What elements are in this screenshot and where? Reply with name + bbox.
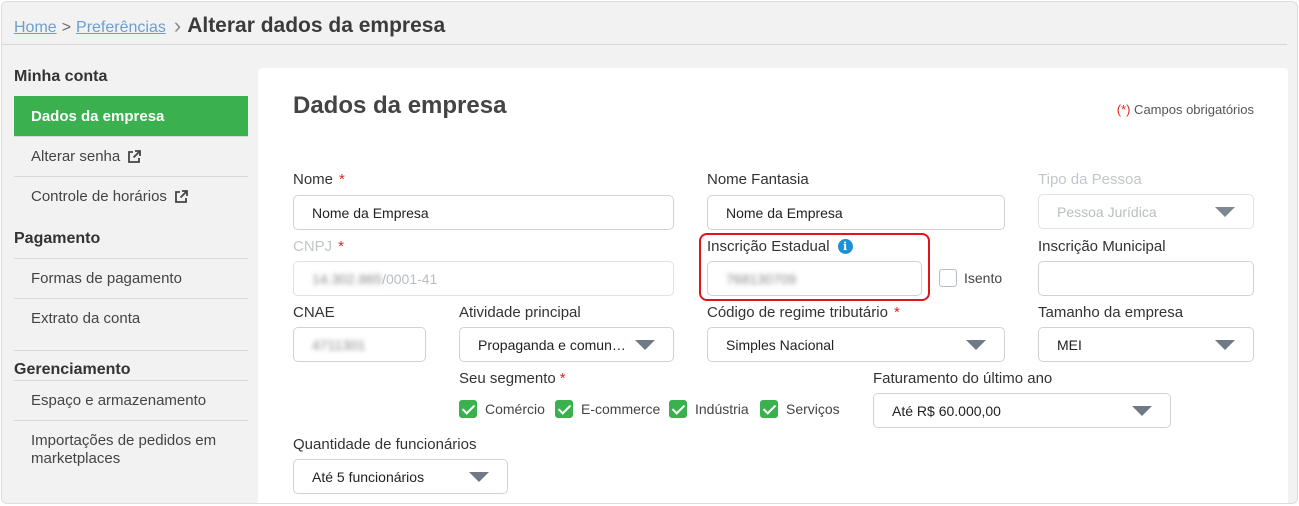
funcionarios-value: Até 5 funcionários (312, 468, 425, 485)
atividade-principal-value: Propaganda e comunicação (478, 336, 627, 353)
sidebar-item-alterar-senha[interactable]: Alterar senha (14, 136, 248, 176)
funcionarios-label: Quantidade de funcionários (293, 436, 477, 453)
cnpj-input: 14.302.865/0001-41 (293, 261, 674, 296)
required-star: * (559, 370, 566, 387)
sidebar-item-label: Formas de pagamento (31, 270, 182, 287)
sidebar-section-title: Pagamento (14, 230, 101, 247)
chevron-down-icon (469, 471, 489, 482)
chevron-down-icon (966, 339, 986, 350)
regime-tributario-label-text: Código de regime tributário (707, 304, 888, 321)
tipo-pessoa-select: Pessoa Jurídica (1038, 194, 1254, 229)
chevron-right-icon: › (173, 13, 182, 38)
required-note-text: Campos obrigatórios (1130, 102, 1254, 117)
nome-input[interactable]: Nome da Empresa (293, 195, 674, 230)
inscricao-municipal-label: Inscrição Municipal (1038, 238, 1166, 255)
chevron-down-icon (1215, 206, 1235, 217)
faturamento-label: Faturamento do último ano (873, 370, 1053, 387)
required-note: (*) Campos obrigatórios (1117, 102, 1254, 117)
required-star: (*) (1116, 102, 1131, 117)
sidebar-item-espaco-e-armazenamento[interactable]: Espaço e armazenamento (14, 380, 248, 420)
sidebar: Minha conta Dados da empresa Alterar sen… (14, 66, 248, 478)
atividade-principal-select[interactable]: Propaganda e comunicação (459, 327, 674, 362)
chevron-down-icon (635, 339, 655, 350)
breadcrumb: Home > Preferências › Alterar dados da e… (14, 12, 445, 38)
page-title: Alterar dados da empresa (187, 14, 446, 37)
faturamento-value: Até R$ 60.000,00 (892, 402, 1001, 419)
app-window: Home > Preferências › Alterar dados da e… (1, 1, 1298, 504)
regime-tributario-label: Código de regime tributário * (707, 304, 900, 321)
sidebar-item-label: Extrato da conta (31, 310, 141, 327)
inscricao-estadual-input[interactable]: 768130709 (707, 261, 922, 296)
nome-fantasia-input[interactable]: Nome da Empresa (707, 195, 1005, 230)
inscricao-estadual-value: 768130709 (726, 270, 797, 287)
segmento-label-text: Seu segmento (459, 370, 556, 387)
cnpj-label-text: CNPJ (293, 238, 333, 255)
cnpj-hidden-value: 14.302.865 (312, 270, 383, 287)
sidebar-item-dados-da-empresa[interactable]: Dados da empresa (14, 96, 248, 136)
regime-tributario-value: Simples Nacional (726, 336, 835, 353)
required-star: * (893, 304, 900, 321)
isento-label: Isento (964, 270, 1003, 286)
segmento-comercio-checkbox[interactable] (459, 400, 477, 418)
sidebar-item-label: Importações de pedidos em marketplaces (31, 431, 217, 467)
nome-fantasia-value: Nome da Empresa (726, 204, 843, 221)
cnae-input[interactable]: 4711301 (293, 327, 426, 362)
segmento-ecommerce-label: E-commerce (581, 401, 661, 417)
segmento-industria-checkbox[interactable] (669, 400, 687, 418)
tipo-pessoa-label: Tipo da Pessoa (1038, 171, 1142, 188)
atividade-principal-label: Atividade principal (459, 304, 581, 321)
nome-value: Nome da Empresa (312, 204, 429, 221)
inscricao-estadual-label-text: Inscrição Estadual (707, 238, 830, 255)
required-star: * (339, 171, 345, 188)
sidebar-item-formas-de-pagamento[interactable]: Formas de pagamento (14, 258, 248, 298)
sidebar-item-importacoes-marketplaces[interactable]: Importações de pedidos em marketplaces (14, 420, 248, 478)
cnae-label: CNAE (293, 304, 335, 321)
breadcrumb-home-link[interactable]: Home (14, 19, 57, 37)
segmento-servicos-label: Serviços (786, 401, 840, 417)
tamanho-empresa-label: Tamanho da empresa (1038, 304, 1184, 321)
sidebar-item-label: Alterar senha (31, 148, 121, 165)
cnpj-visible-value: /0001-41 (382, 270, 438, 287)
sidebar-item-label: Controle de horários (31, 188, 167, 205)
segmento-ecommerce-checkbox[interactable] (555, 400, 573, 418)
header-divider (2, 44, 1287, 45)
cnpj-label: CNPJ * (293, 238, 344, 255)
tipo-pessoa-value: Pessoa Jurídica (1057, 203, 1157, 220)
nome-label: Nome * (293, 171, 345, 188)
sidebar-section-title: Gerenciamento (14, 350, 248, 380)
regime-tributario-select[interactable]: Simples Nacional (707, 327, 1005, 362)
main-panel: Dados da empresa (*) Campos obrigatórios… (258, 68, 1288, 503)
sidebar-item-extrato-da-conta[interactable]: Extrato da conta (14, 298, 248, 338)
inscricao-municipal-input[interactable] (1038, 261, 1254, 296)
isento-checkbox[interactable] (939, 269, 957, 287)
external-link-icon (128, 149, 142, 163)
segmento-servicos-checkbox[interactable] (760, 400, 778, 418)
info-icon[interactable]: i (837, 239, 853, 254)
breadcrumb-separator: > (61, 19, 72, 36)
inscricao-estadual-label: Inscrição Estadual i (707, 238, 853, 255)
segmento-comercio-label: Comércio (485, 401, 545, 417)
chevron-down-icon (1215, 339, 1235, 350)
required-star: * (338, 238, 345, 255)
segmento-label: Seu segmento * (459, 370, 566, 387)
external-link-icon (175, 189, 188, 203)
segmento-industria-label: Indústria (695, 401, 749, 417)
chevron-down-icon (1132, 405, 1152, 416)
sidebar-item-label: Dados da empresa (31, 107, 165, 125)
sidebar-item-label: Espaço e armazenamento (31, 392, 207, 409)
faturamento-select[interactable]: Até R$ 60.000,00 (873, 393, 1171, 428)
sidebar-section-title: Minha conta (14, 68, 108, 85)
tamanho-empresa-select[interactable]: MEI (1038, 327, 1254, 362)
breadcrumb-preferences-link[interactable]: Preferências (76, 19, 166, 37)
nome-label-text: Nome (293, 171, 334, 188)
tamanho-empresa-value: MEI (1057, 336, 1082, 353)
sidebar-item-controle-de-horarios[interactable]: Controle de horários (14, 176, 248, 216)
funcionarios-select[interactable]: Até 5 funcionários (293, 459, 508, 494)
panel-title: Dados da empresa (293, 92, 507, 119)
nome-fantasia-label: Nome Fantasia (707, 171, 809, 188)
cnae-value: 4711301 (312, 336, 366, 353)
